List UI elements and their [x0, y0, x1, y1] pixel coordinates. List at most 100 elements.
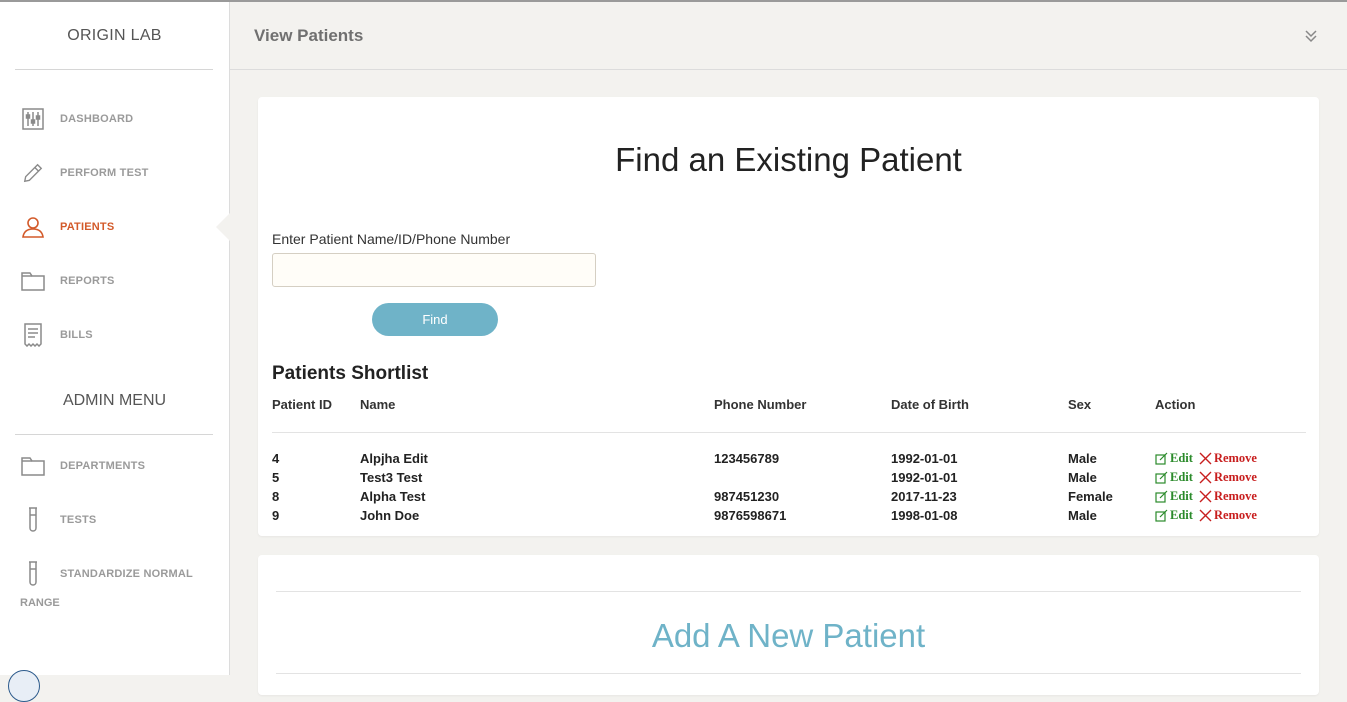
pencil-icon	[20, 160, 46, 186]
column-header-phone: Phone Number	[714, 397, 807, 412]
sidebar-item-bills[interactable]: BILLS	[20, 321, 210, 349]
edit-label: Edit	[1170, 489, 1193, 503]
edit-label: Edit	[1170, 508, 1193, 522]
column-header-patient-id: Patient ID	[272, 397, 332, 412]
table-divider	[272, 432, 1306, 433]
remove-link[interactable]: Remove	[1199, 508, 1257, 523]
sidebar-item-reports[interactable]: REPORTS	[20, 267, 210, 295]
sidebar-item-label: PERFORM TEST	[60, 167, 149, 179]
sidebar-item-dashboard[interactable]: DASHBOARD	[20, 105, 210, 133]
patient-name-cell: John Doe	[360, 508, 420, 523]
column-header-action: Action	[1155, 397, 1196, 412]
page-title: View Patients	[254, 26, 364, 45]
edit-icon	[1155, 471, 1168, 484]
sidebar-item-departments[interactable]: DEPARTMENTS	[20, 452, 210, 480]
patient-id-cell: 5	[272, 470, 280, 485]
remove-label: Remove	[1213, 470, 1257, 484]
divider	[276, 591, 1301, 592]
add-patient-title[interactable]: Add A New Patient	[258, 617, 1319, 655]
active-indicator	[216, 213, 230, 241]
test-tube-icon	[20, 507, 46, 533]
action-cell: Edit Remove	[1155, 508, 1257, 523]
patient-dob-cell: 1992-01-01	[891, 451, 958, 466]
edit-link[interactable]: Edit	[1155, 470, 1193, 485]
search-input[interactable]	[272, 253, 596, 287]
sidebar-item-label: TESTS	[60, 514, 97, 526]
edit-label: Edit	[1170, 470, 1193, 484]
column-header-name: Name	[360, 397, 396, 412]
sidebar-item-label: REPORTS	[60, 275, 115, 287]
table-row: 5 Test3 Test 1992-01-01 Male Edit Remove	[258, 470, 1319, 489]
patient-id-cell: 9	[272, 508, 280, 523]
edit-label: Edit	[1170, 451, 1193, 465]
action-cell: Edit Remove	[1155, 470, 1257, 485]
sidebar-divider	[15, 69, 213, 70]
remove-link[interactable]: Remove	[1199, 451, 1257, 466]
sidebar-item-label: BILLS	[60, 329, 93, 341]
brand-title: ORIGIN LAB	[67, 27, 162, 44]
patient-name-cell: Alpjha Edit	[360, 451, 428, 466]
action-cell: Edit Remove	[1155, 451, 1257, 466]
close-icon	[1199, 471, 1212, 484]
sidebar-item-label: DASHBOARD	[60, 113, 134, 125]
patient-id-cell: 4	[272, 451, 280, 466]
patient-phone-cell: 9876598671	[714, 508, 787, 523]
edit-icon	[1155, 509, 1168, 522]
user-icon	[20, 214, 46, 240]
patient-dob-cell: 2017-11-23	[891, 489, 957, 504]
sidebar-item-patients[interactable]: PATIENTS	[20, 213, 210, 241]
patient-dob-cell: 1998-01-08	[891, 508, 958, 523]
sidebar: ORIGIN LAB DASHBOARD PERFORM TEST PATIEN…	[0, 2, 230, 702]
page-header: View Patients	[230, 2, 1347, 70]
table-row: 4 Alpjha Edit 123456789 1992-01-01 Male …	[258, 451, 1319, 470]
patient-sex-cell: Male	[1068, 470, 1097, 485]
edit-icon	[1155, 452, 1168, 465]
patient-sex-cell: Female	[1068, 489, 1113, 504]
column-header-sex: Sex	[1068, 397, 1092, 412]
table-row: 9 John Doe 9876598671 1998-01-08 Male Ed…	[258, 508, 1319, 527]
sidebar-item-tests[interactable]: TESTS	[20, 506, 210, 534]
patient-sex-cell: Male	[1068, 508, 1097, 523]
folder-icon	[20, 453, 46, 479]
chevron-double-down-icon[interactable]	[1303, 28, 1319, 44]
close-icon	[1199, 452, 1212, 465]
test-tube-icon	[20, 561, 46, 587]
remove-label: Remove	[1213, 489, 1257, 503]
patient-id-cell: 8	[272, 489, 280, 504]
add-patient-card: Add A New Patient	[258, 555, 1319, 695]
patient-sex-cell: Male	[1068, 451, 1097, 466]
close-icon	[1199, 509, 1212, 522]
sidebar-item-perform-test[interactable]: PERFORM TEST	[20, 159, 210, 187]
shortlist-title: Patients Shortlist	[272, 363, 429, 384]
receipt-icon	[20, 322, 46, 348]
sidebar-item-label: DEPARTMENTS	[60, 460, 146, 472]
folder-icon	[20, 268, 46, 294]
sliders-icon	[20, 106, 46, 132]
find-button[interactable]: Find	[372, 303, 498, 336]
edit-link[interactable]: Edit	[1155, 489, 1193, 504]
remove-link[interactable]: Remove	[1199, 470, 1257, 485]
divider	[276, 673, 1301, 674]
find-patient-card: Find an Existing Patient Enter Patient N…	[258, 97, 1319, 536]
patient-name-cell: Test3 Test	[360, 470, 423, 485]
patient-dob-cell: 1992-01-01	[891, 470, 958, 485]
find-patient-title: Find an Existing Patient	[615, 141, 962, 178]
close-icon	[1199, 490, 1212, 503]
action-cell: Edit Remove	[1155, 489, 1257, 504]
remove-label: Remove	[1213, 451, 1257, 465]
sidebar-divider	[15, 434, 213, 435]
remove-label: Remove	[1213, 508, 1257, 522]
admin-menu-title: ADMIN MENU	[62, 392, 167, 409]
patient-name-cell: Alpha Test	[360, 489, 426, 504]
table-row: 8 Alpha Test 987451230 2017-11-23 Female…	[258, 489, 1319, 508]
column-header-dob: Date of Birth	[891, 397, 969, 412]
edit-link[interactable]: Edit	[1155, 508, 1193, 523]
sidebar-item-standardize-normal-range[interactable]: STANDARDIZE NORMAL	[20, 560, 210, 588]
edit-icon	[1155, 490, 1168, 503]
patient-phone-cell: 123456789	[714, 451, 780, 466]
patient-phone-cell: 987451230	[714, 489, 780, 504]
search-label: Enter Patient Name/ID/Phone Number	[272, 231, 511, 247]
sidebar-item-label: PATIENTS	[60, 221, 115, 233]
edit-link[interactable]: Edit	[1155, 451, 1193, 466]
remove-link[interactable]: Remove	[1199, 489, 1257, 504]
